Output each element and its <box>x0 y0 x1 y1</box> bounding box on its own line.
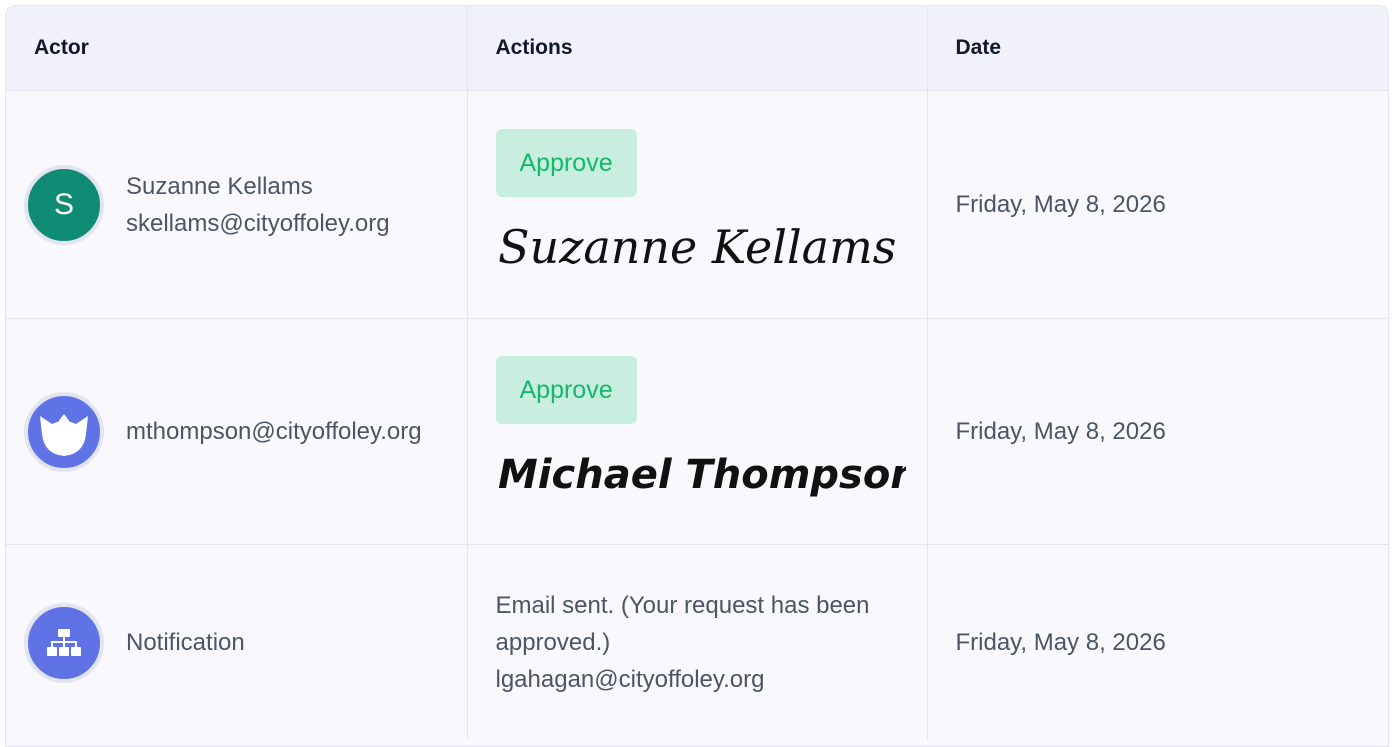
signature-text: Suzanne Kellams <box>498 220 896 274</box>
date-cell: Friday, May 8, 2026 <box>926 544 1388 740</box>
column-header-actor[interactable]: Actor <box>6 6 467 91</box>
table-row: S Suzanne Kellams skellams@cityoffoley.o… <box>6 90 1388 319</box>
notification-recipient: lgahagan@cityoffoley.org <box>495 666 765 693</box>
approve-badge: Approve <box>495 128 637 197</box>
action-date: Friday, May 8, 2026 <box>955 191 1166 218</box>
signature-image: Michael Thompson <box>496 438 927 508</box>
history-table: Actor Actions Date S Suzanne Kellams ske… <box>6 6 1388 740</box>
notification-message: Email sent. (Your request has been appro… <box>495 592 870 656</box>
table-row: mthompson@cityoffoley.org Approve Michae… <box>6 318 1388 545</box>
actor-name: Suzanne Kellams <box>126 172 313 200</box>
action-date: Friday, May 8, 2026 <box>955 629 1166 656</box>
column-header-date[interactable]: Date <box>926 6 1388 91</box>
date-cell: Friday, May 8, 2026 <box>926 90 1388 319</box>
avatar-initial: S <box>53 188 74 221</box>
actor-cell: Notification <box>6 545 467 741</box>
action-date: Friday, May 8, 2026 <box>955 418 1166 445</box>
cat-face-icon <box>40 413 88 456</box>
actor-cell: mthompson@cityoffoley.org <box>6 318 467 545</box>
actor-cell: S Suzanne Kellams skellams@cityoffoley.o… <box>6 90 467 319</box>
actor-email: mthompson@cityoffoley.org <box>126 418 422 445</box>
table-header-row: Actor Actions Date <box>6 6 1388 91</box>
sitemap-icon <box>47 628 81 656</box>
avatar <box>24 602 104 683</box>
actions-cell: Approve Michael Thompson <box>466 318 927 545</box>
actions-cell: Email sent. (Your request has been appro… <box>466 544 927 740</box>
column-header-actions[interactable]: Actions <box>466 6 927 91</box>
date-cell: Friday, May 8, 2026 <box>926 318 1388 545</box>
approve-badge: Approve <box>495 355 637 424</box>
history-table-container: Actor Actions Date S Suzanne Kellams ske… <box>5 5 1389 747</box>
signature-image: Suzanne Kellams <box>496 211 927 281</box>
table-row: Notification Email sent. (Your request h… <box>6 544 1388 741</box>
avatar: S <box>24 164 104 245</box>
actor-email: skellams@cityoffoley.org <box>126 209 390 237</box>
actions-cell: Approve Suzanne Kellams <box>466 90 927 319</box>
avatar <box>24 391 104 472</box>
signature-text: Michael Thompson <box>498 452 906 498</box>
actor-name: Notification <box>126 629 245 656</box>
